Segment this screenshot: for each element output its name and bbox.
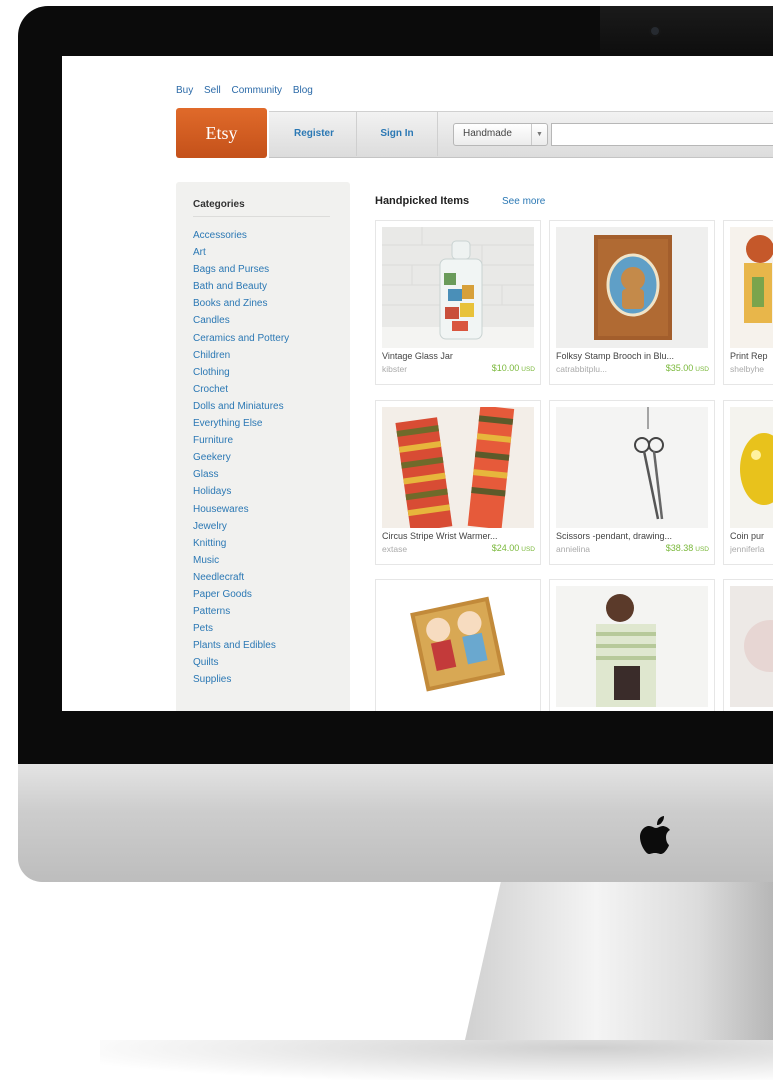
price-value: $38.38 — [665, 543, 694, 553]
top-nav: Buy Sell Community Blog — [176, 85, 321, 96]
product-title[interactable]: Print Rep — [730, 351, 773, 361]
category-item[interactable]: Books and Zines — [193, 295, 289, 312]
category-item[interactable]: Clothing — [193, 364, 289, 381]
category-item[interactable]: Everything Else — [193, 415, 289, 432]
search-category-value: Handmade — [463, 128, 512, 139]
screen: Buy Sell Community Blog Etsy Register Si… — [62, 56, 773, 711]
category-item[interactable]: Children — [193, 347, 289, 364]
product-image[interactable] — [730, 586, 773, 707]
category-item[interactable]: Furniture — [193, 432, 289, 449]
category-item[interactable]: Knitting — [193, 535, 289, 552]
product-price: $24.00 USD — [492, 543, 535, 553]
product-card[interactable]: Scissors -pendant, drawing... annielina … — [549, 400, 715, 565]
price-value: $24.00 — [491, 543, 520, 553]
nav-blog[interactable]: Blog — [293, 85, 313, 96]
see-more-link[interactable]: See more — [502, 196, 545, 207]
category-item[interactable]: Crochet — [193, 381, 289, 398]
search-category-select[interactable]: Handmade ▼ — [453, 123, 548, 146]
product-price: $38.38 USD — [666, 543, 709, 553]
category-item[interactable]: Needlecraft — [193, 569, 289, 586]
camera-icon — [651, 27, 659, 35]
product-card[interactable]: Folksy Stamp Brooch in Blu... catrabbitp… — [549, 220, 715, 385]
product-title[interactable]: Coin pur — [730, 531, 773, 541]
product-title[interactable]: Circus Stripe Wrist Warmer... — [382, 531, 536, 541]
stand-shadow — [100, 1040, 773, 1080]
product-price: $35.00 USD — [666, 363, 709, 373]
product-title[interactable]: Folksy Stamp Brooch in Blu... — [556, 351, 710, 361]
product-image[interactable] — [382, 227, 534, 348]
price-currency: USD — [521, 366, 535, 373]
product-card[interactable] — [723, 579, 773, 711]
product-image[interactable] — [382, 407, 534, 528]
product-image[interactable] — [730, 227, 773, 348]
shop-name[interactable]: annielina — [556, 544, 651, 554]
shop-name[interactable]: shelbyhe — [730, 364, 773, 374]
nav-buy[interactable]: Buy — [176, 85, 193, 96]
etsy-page: Buy Sell Community Blog Etsy Register Si… — [62, 56, 773, 711]
divider — [193, 216, 330, 217]
shop-name[interactable]: extase — [382, 544, 477, 554]
category-item[interactable]: Candles — [193, 312, 289, 329]
signin-link[interactable]: Sign In — [357, 111, 438, 156]
price-value: $35.00 — [665, 363, 694, 373]
chevron-down-icon: ▼ — [531, 124, 547, 145]
category-item[interactable]: Dolls and Miniatures — [193, 398, 289, 415]
category-item[interactable]: Quilts — [193, 654, 289, 671]
product-image[interactable] — [730, 407, 773, 528]
product-price: $10.00 USD — [492, 363, 535, 373]
product-card[interactable]: Vintage Glass Jar kibster $10.00 USD — [375, 220, 541, 385]
category-item[interactable]: Bags and Purses — [193, 261, 289, 278]
search-input[interactable] — [551, 123, 773, 146]
monitor-stand — [460, 882, 773, 1062]
product-image[interactable] — [556, 407, 708, 528]
category-item[interactable]: Paper Goods — [193, 586, 289, 603]
category-item[interactable]: Ceramics and Pottery — [193, 330, 289, 347]
etsy-logo[interactable]: Etsy — [176, 108, 267, 158]
nav-sell[interactable]: Sell — [204, 85, 221, 96]
category-item[interactable]: Glass — [193, 466, 289, 483]
category-item[interactable]: Bath and Beauty — [193, 278, 289, 295]
category-item[interactable]: Accessories — [193, 227, 289, 244]
product-card[interactable]: Print Rep shelbyhe — [723, 220, 773, 385]
product-image[interactable] — [382, 586, 534, 707]
nav-community[interactable]: Community — [231, 85, 282, 96]
product-card[interactable]: Circus Stripe Wrist Warmer... extase $24… — [375, 400, 541, 565]
category-item[interactable]: Geekery — [193, 449, 289, 466]
category-list: Accessories Art Bags and Purses Bath and… — [193, 227, 289, 689]
product-title[interactable]: Scissors -pendant, drawing... — [556, 531, 710, 541]
price-currency: USD — [695, 546, 709, 553]
category-item[interactable]: Jewelry — [193, 518, 289, 535]
category-item[interactable]: Art — [193, 244, 289, 261]
product-card[interactable] — [549, 579, 715, 711]
category-item[interactable]: Pets — [193, 620, 289, 637]
product-title[interactable]: Vintage Glass Jar — [382, 351, 536, 361]
product-image[interactable] — [556, 586, 708, 707]
shop-name[interactable]: catrabbitplu... — [556, 364, 651, 374]
categories-sidebar: Categories Accessories Art Bags and Purs… — [176, 182, 350, 711]
category-item[interactable]: Housewares — [193, 501, 289, 518]
register-link[interactable]: Register — [272, 111, 357, 156]
shop-name[interactable]: jenniferla — [730, 544, 773, 554]
categories-title: Categories — [193, 199, 245, 210]
price-value: $10.00 — [491, 363, 520, 373]
header: Etsy Register Sign In Handmade ▼ — [176, 108, 773, 160]
shop-name[interactable]: kibster — [382, 364, 477, 374]
section-title: Handpicked Items — [375, 195, 470, 207]
price-currency: USD — [521, 546, 535, 553]
category-item[interactable]: Plants and Edibles — [193, 637, 289, 654]
category-item[interactable]: Patterns — [193, 603, 289, 620]
product-card[interactable] — [375, 579, 541, 711]
product-card[interactable]: Coin pur jenniferla — [723, 400, 773, 565]
category-item[interactable]: Music — [193, 552, 289, 569]
price-currency: USD — [695, 366, 709, 373]
apple-logo-icon — [640, 816, 670, 854]
category-item[interactable]: Holidays — [193, 483, 289, 500]
product-image[interactable] — [556, 227, 708, 348]
category-item[interactable]: Supplies — [193, 671, 289, 688]
